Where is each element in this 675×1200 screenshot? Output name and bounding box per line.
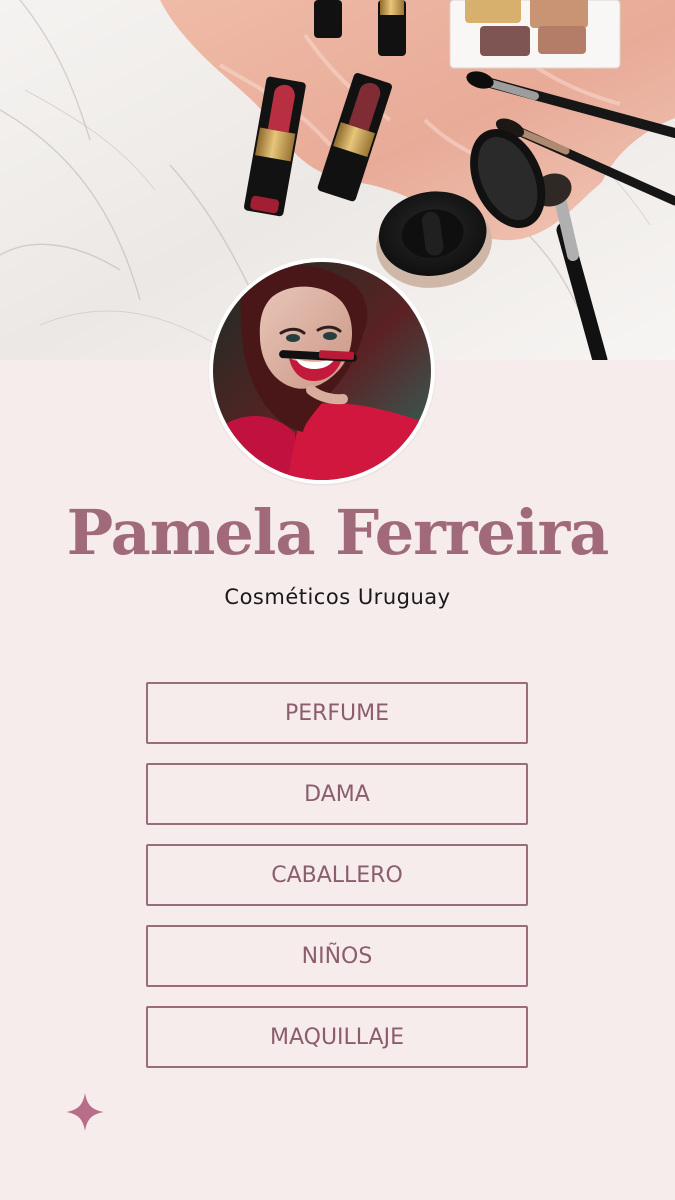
profile-tagline: Cosméticos Uruguay xyxy=(224,585,451,609)
sparkle-icon xyxy=(66,1093,104,1131)
link-button-perfume[interactable]: PERFUME xyxy=(146,682,528,744)
link-button-caballero[interactable]: CABALLERO xyxy=(146,844,528,906)
profile-photo xyxy=(213,262,431,480)
profile-photo-frame xyxy=(209,258,435,484)
profile-photo-illustration xyxy=(213,262,431,480)
link-button-ninos[interactable]: NIÑOS xyxy=(146,925,528,987)
link-list: PERFUME DAMA CABALLERO NIÑOS MAQUILLAJE xyxy=(146,682,528,1087)
link-button-dama[interactable]: DAMA xyxy=(146,763,528,825)
link-button-maquillaje[interactable]: MAQUILLAJE xyxy=(146,1006,528,1068)
profile-name: Pamela Ferreira xyxy=(66,496,610,569)
